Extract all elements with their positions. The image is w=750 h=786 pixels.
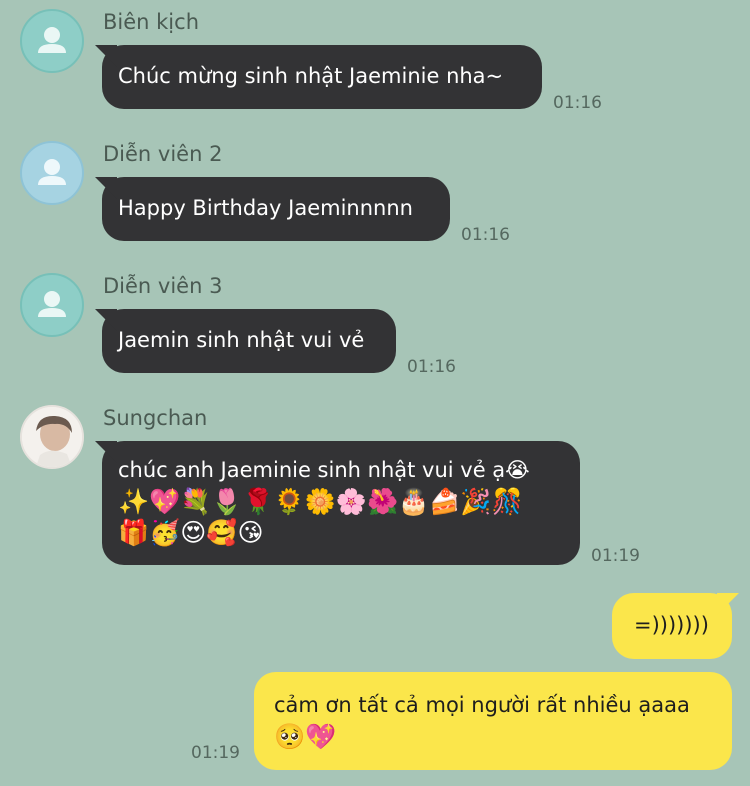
emoji-line: 🥺💖 xyxy=(274,722,337,751)
profile-photo-icon xyxy=(22,407,82,467)
avatar[interactable] xyxy=(20,273,84,337)
message-text: =))))))) xyxy=(634,613,709,637)
message-time: 01:19 xyxy=(591,546,640,566)
avatar[interactable] xyxy=(20,9,84,73)
message-bubble[interactable]: Chúc mừng sinh nhật Jaeminie nha~ xyxy=(95,45,542,109)
message-time: 01:16 xyxy=(553,93,602,113)
sender-name: Sungchan xyxy=(103,406,208,430)
message-bubble[interactable]: chúc anh Jaeminie sinh nhật vui vẻ ạ😭 ✨💖… xyxy=(95,441,580,565)
emoji-line: ✨💖💐🌷🌹🌻🌼🌸🌺🎂🍰🎉🎊 xyxy=(118,487,523,516)
sender-name: Diễn viên 3 xyxy=(103,274,223,298)
default-person-icon xyxy=(38,291,66,317)
message-text: Chúc mừng sinh nhật Jaeminie nha~ xyxy=(118,64,504,88)
message-time: 01:16 xyxy=(461,225,510,245)
message-bubble[interactable]: Jaemin sinh nhật vui vẻ xyxy=(95,309,396,373)
default-person-icon xyxy=(38,159,66,185)
own-message-bubble[interactable]: =))))))) xyxy=(612,593,739,659)
message-time: 01:16 xyxy=(407,357,456,377)
message-time: 01:19 xyxy=(191,743,240,763)
sender-name: Biên kịch xyxy=(103,10,199,34)
avatar[interactable] xyxy=(20,141,84,205)
sender-name: Diễn viên 2 xyxy=(103,142,223,166)
message-text: Jaemin sinh nhật vui vẻ xyxy=(118,328,365,352)
default-person-icon xyxy=(38,27,66,53)
own-message-bubble[interactable]: cảm ơn tất cả mọi người rất nhiều ạaaa 🥺… xyxy=(254,672,732,770)
message-text: cảm ơn tất cả mọi người rất nhiều ạaaa xyxy=(274,693,690,717)
message-text: Happy Birthday Jaeminnnnn xyxy=(118,196,413,220)
avatar[interactable] xyxy=(20,405,84,469)
message-bubble[interactable]: Happy Birthday Jaeminnnnn xyxy=(95,177,450,241)
message-text: chúc anh Jaeminie sinh nhật vui vẻ ạ😭 xyxy=(118,458,530,482)
emoji-line: 🎁🥳😍🥰😘 xyxy=(118,518,264,547)
